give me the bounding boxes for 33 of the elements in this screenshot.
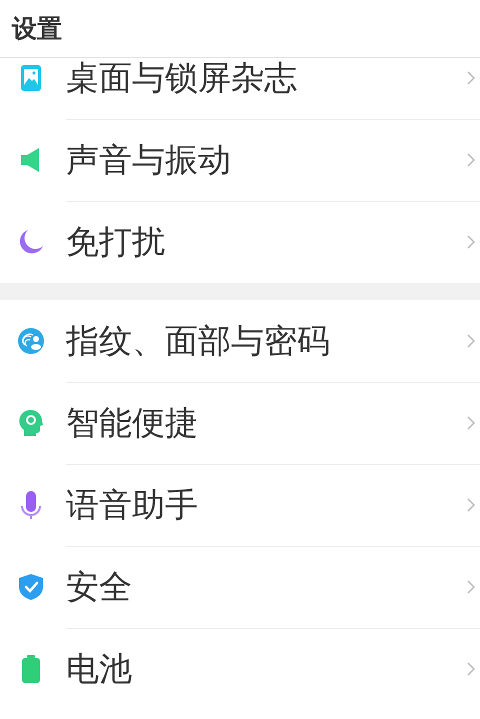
microphone-icon (20, 490, 42, 520)
page-title: 设置 (12, 13, 62, 45)
settings-item[interactable]: 免打扰 (0, 201, 480, 283)
item-label: 桌面与锁屏杂志 (66, 58, 298, 98)
chevron-icon (467, 235, 475, 249)
picture-icon (20, 64, 42, 92)
battery-icon (21, 654, 41, 684)
settings-item[interactable]: 声音与振动 (0, 119, 480, 201)
item-label: 语音助手 (66, 484, 199, 526)
settings-item[interactable]: 语音助手 (0, 464, 480, 546)
chevron-icon (467, 153, 475, 167)
chevron-icon (467, 334, 475, 348)
head-icon (18, 409, 44, 437)
speaker-icon (20, 147, 42, 173)
item-label: 声音与振动 (66, 138, 232, 180)
chevron-icon (467, 580, 475, 594)
settings-item[interactable]: 安全 (0, 546, 480, 628)
settings-item[interactable]: 指纹、面部与密码 (0, 300, 480, 382)
chevron-icon (467, 71, 475, 85)
settings-item[interactable]: 桌面与锁屏杂志 (0, 58, 480, 119)
chevron-icon (467, 498, 475, 512)
chevron-icon (467, 416, 475, 430)
item-label: 电池 (66, 648, 133, 690)
item-label: 免打扰 (66, 220, 166, 262)
settings-item[interactable]: 智能便捷 (0, 382, 480, 464)
item-label: 安全 (66, 566, 133, 608)
chevron-icon (467, 662, 475, 676)
item-label: 指纹、面部与密码 (66, 320, 331, 362)
item-label: 智能便捷 (66, 402, 199, 444)
shield-icon (18, 573, 44, 601)
fingerprint-icon (17, 327, 45, 355)
settings-item[interactable]: 电池 (0, 628, 480, 710)
moon-icon (18, 229, 44, 255)
